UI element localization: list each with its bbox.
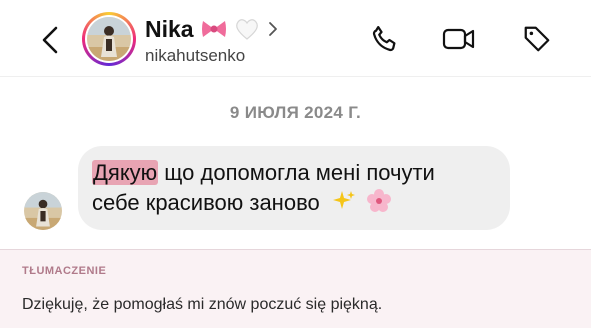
bow-icon: [200, 17, 228, 41]
sender-avatar[interactable]: [24, 192, 62, 230]
avatar[interactable]: [82, 12, 136, 66]
translation-panel: TŁUMACZENIE Dziękuję, że pomogłaś mi znó…: [0, 249, 591, 328]
contact-username: nikahutsenko: [145, 46, 246, 65]
chat-header: Nika nikahutsenko: [0, 0, 591, 77]
tag-icon[interactable]: [520, 22, 554, 56]
phone-icon[interactable]: [368, 22, 402, 56]
white-heart-icon: [234, 17, 260, 41]
date-separator: 9 ИЮЛЯ 2024 Г.: [229, 103, 362, 122]
sparkles-icon: [332, 189, 356, 221]
translation-label: TŁUMACZENIE: [22, 265, 107, 277]
avatar-photo: [87, 17, 131, 61]
message-line2: себе красивою заново: [92, 190, 320, 215]
cherry-blossom-icon: [366, 188, 392, 222]
message-text: Дякую що допомогла мені почути себе крас…: [92, 158, 502, 222]
video-camera-icon[interactable]: [442, 22, 476, 56]
back-chevron-icon[interactable]: [36, 24, 64, 56]
contact-info[interactable]: Nika nikahutsenko: [145, 14, 278, 66]
message-line1-rest: що допомогла мені почути: [158, 160, 435, 185]
chevron-right-icon: [268, 21, 278, 37]
highlighted-word: Дякую: [92, 160, 159, 185]
translation-text: Dziękuję, że pomogłaś mi znów poczuć się…: [22, 296, 383, 313]
contact-name[interactable]: Nika: [145, 16, 194, 43]
message-bubble[interactable]: Дякую що допомогла мені почути себе крас…: [78, 146, 510, 230]
